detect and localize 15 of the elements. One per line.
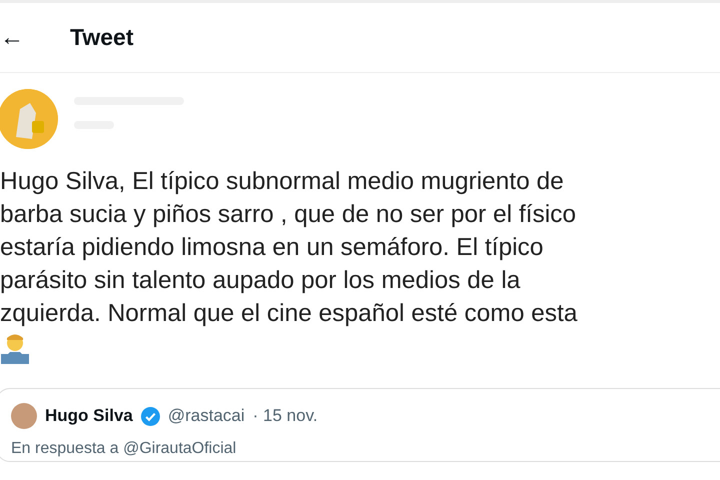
cartoon-avatar[interactable]	[0, 89, 58, 149]
tweet-text-line: estaría pidiendo limosna en un semáforo. El típico	[0, 233, 544, 263]
avatar-photo-placeholder	[11, 403, 37, 429]
post-date: · 15 nov.	[252, 405, 318, 428]
tweet-text-line: Hugo Silva, El típico subnormal medio mugriento de	[0, 167, 565, 197]
back-button[interactable]: ←	[0, 26, 40, 50]
tweet-text-line: zquierda. Normal que el cine español esté como esta	[0, 299, 578, 329]
quoted-tweet-card[interactable]: Hugo Silva @rastacai · 15 nov. En respuesta a @GirautaOficial	[0, 388, 720, 462]
tweet-text-line: barba sucia y piños sarro , que de no ser por el físico	[0, 200, 578, 230]
tweet-text-line: parásito sin talento aupado por los medios de la	[0, 266, 522, 296]
shrugging-emoji-icon	[0, 332, 30, 364]
reply-context: En respuesta a @GirautaOficial	[11, 439, 238, 459]
author-name: Hugo Silva	[45, 405, 133, 428]
page-title: Tweet	[70, 23, 134, 52]
author-handle: @rastacai	[168, 405, 245, 428]
